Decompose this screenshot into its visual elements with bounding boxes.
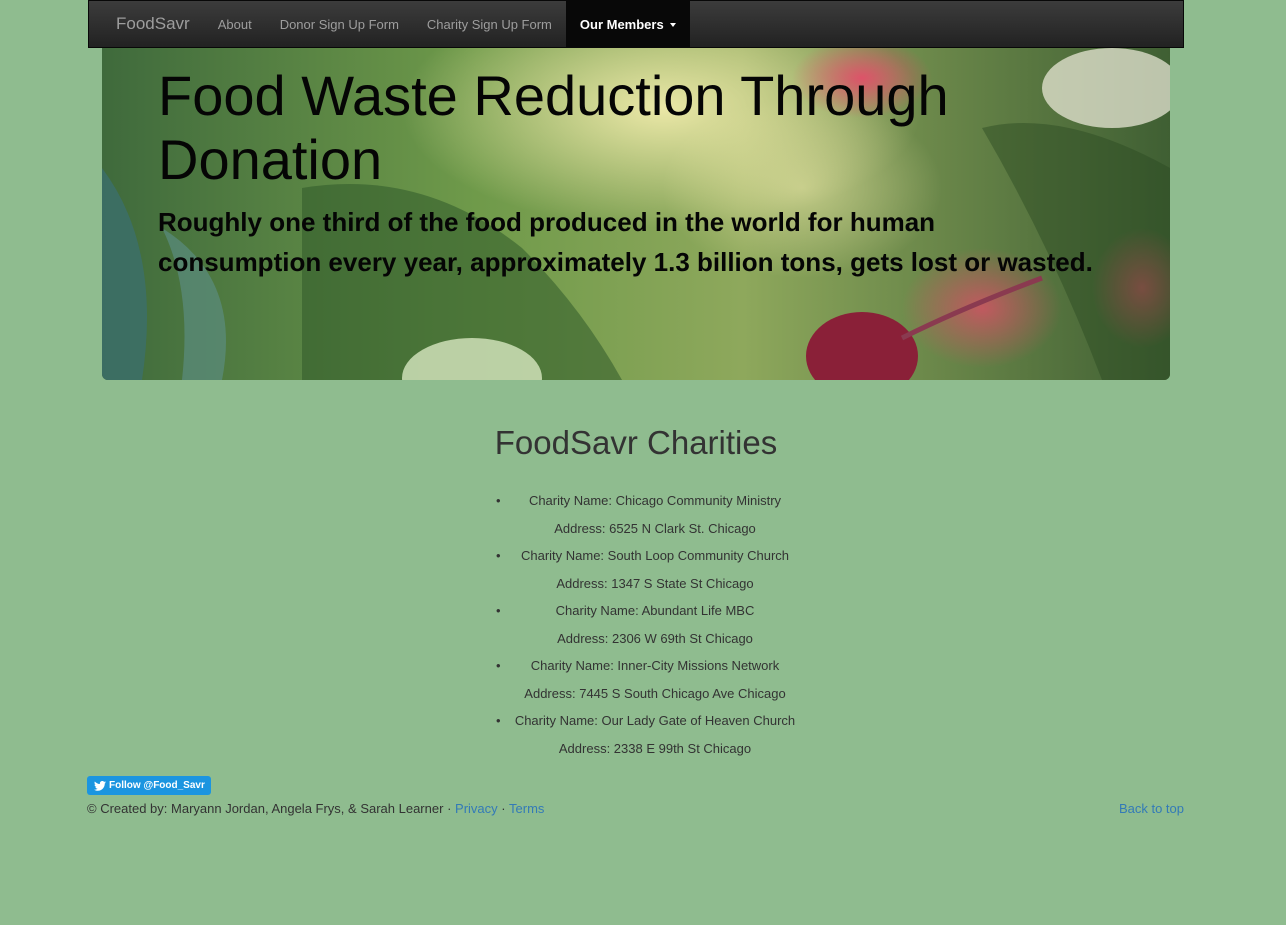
twitter-follow-button[interactable]: Follow @Food_Savr [87, 776, 211, 795]
list-item: • Charity Name: Chicago Community Minist… [496, 487, 810, 542]
list-item: • Charity Name: South Loop Community Chu… [496, 542, 810, 597]
credits-text: © Created by: Maryann Jordan, Angela Fry… [87, 801, 444, 816]
twitter-follow-label: Follow @Food_Savr [109, 780, 205, 791]
top-navbar: FoodSavr About Donor Sign Up Form Charit… [88, 0, 1184, 48]
nav-our-members-dropdown[interactable]: Our Members [565, 1, 690, 47]
hero-title: Food Waste Reduction Through Donation [158, 64, 949, 191]
bullet-icon: • [496, 493, 501, 508]
nav-our-members-label: Our Members [579, 16, 664, 32]
nav-donor-signup[interactable]: Donor Sign Up Form [266, 1, 413, 47]
charities-title: FoodSavr Charities [494, 424, 778, 461]
nav-about[interactable]: About [204, 1, 266, 47]
charity-name: Charity Name: Chicago Community Ministry [528, 493, 782, 508]
bullet-icon: • [496, 548, 501, 563]
list-item: • Charity Name: Inner-City Missions Netw… [496, 652, 810, 707]
charity-name: Charity Name: South Loop Community Churc… [520, 548, 790, 563]
hero-subtitle: Roughly one third of the food produced i… [158, 207, 1093, 277]
charity-name: Charity Name: Our Lady Gate of Heaven Ch… [514, 713, 796, 728]
list-item: • Charity Name: Abundant Life MBC Addres… [496, 597, 810, 652]
footer-separator: · [501, 801, 506, 816]
bullet-icon: • [496, 603, 501, 618]
charity-name: Charity Name: Abundant Life MBC [555, 603, 755, 618]
charity-address: Address: 1347 S State St Chicago [556, 575, 754, 591]
footer-back-to-top: Back to top [1119, 800, 1184, 818]
charity-address: Address: 2306 W 69th St Chicago [557, 630, 753, 646]
charity-list: • Charity Name: Chicago Community Minist… [496, 487, 810, 762]
privacy-link[interactable]: Privacy [455, 801, 498, 816]
list-item: • Charity Name: Our Lady Gate of Heaven … [496, 707, 810, 762]
twitter-bird-icon [94, 780, 106, 791]
brand-link[interactable]: FoodSavr [89, 1, 204, 47]
bullet-icon: • [496, 713, 501, 728]
footer-separator: · [447, 801, 452, 816]
charity-name: Charity Name: Inner-City Missions Networ… [530, 658, 780, 673]
caret-down-icon [669, 23, 676, 27]
page: FoodSavr About Donor Sign Up Form Charit… [0, 0, 1286, 925]
hero-banner: Food Waste Reduction Through Donation Ro… [102, 48, 1170, 380]
footer-credits: © Created by: Maryann Jordan, Angela Fry… [87, 800, 544, 818]
terms-link[interactable]: Terms [509, 801, 544, 816]
charity-address: Address: 2338 E 99th St Chicago [558, 740, 752, 756]
charity-address: Address: 6525 N Clark St. Chicago [554, 520, 756, 536]
bullet-icon: • [496, 658, 501, 673]
nav-charity-signup[interactable]: Charity Sign Up Form [413, 1, 566, 47]
back-to-top-link[interactable]: Back to top [1119, 801, 1184, 816]
charity-address: Address: 7445 S South Chicago Ave Chicag… [524, 685, 786, 701]
